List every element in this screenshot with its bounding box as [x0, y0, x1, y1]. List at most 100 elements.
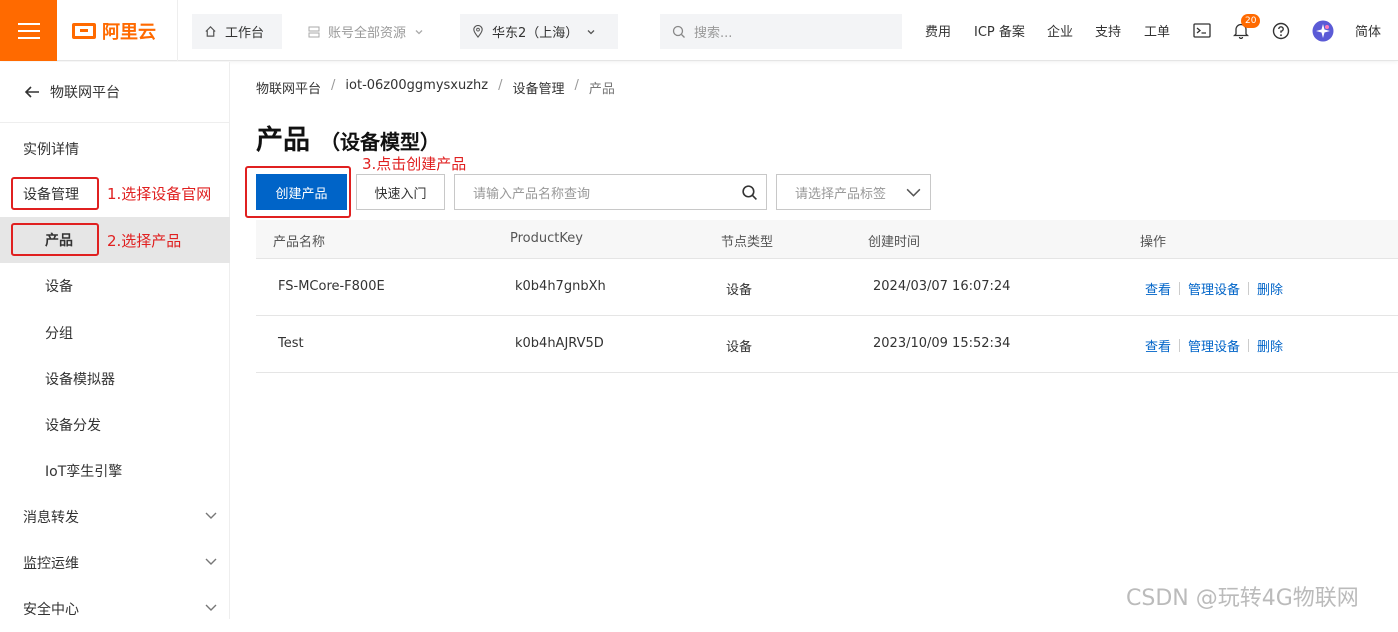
help-icon[interactable] [1272, 0, 1290, 61]
home-icon [205, 26, 216, 37]
nav-link-ticket[interactable]: 工单 [1144, 0, 1170, 61]
manage-devices-link[interactable]: 管理设备 [1188, 279, 1240, 298]
watermark: CSDN @玩转4G物联网 [1126, 586, 1359, 611]
annotation-step2: 2.选择产品 [107, 232, 182, 250]
breadcrumb-instance[interactable]: iot-06z00ggmysxuzhz [345, 78, 488, 97]
language-switch[interactable]: 简体 [1355, 0, 1381, 61]
nav-link-support[interactable]: 支持 [1095, 0, 1121, 61]
view-link[interactable]: 查看 [1145, 336, 1171, 355]
sidebar-item-device-simulator[interactable]: 设备模拟器 [0, 356, 230, 402]
sidebar-back-label: 物联网平台 [50, 85, 120, 101]
sidebar-item-instance-details[interactable]: 实例详情 [0, 126, 230, 172]
chevron-down-icon [205, 512, 217, 519]
annotation-box-device-management [11, 177, 99, 210]
action-divider [1248, 339, 1250, 352]
product-tag-select[interactable]: 请选择产品标签 [776, 174, 931, 210]
region-dropdown[interactable]: 华东2（上海） [460, 14, 618, 49]
region-label: 华东2（上海） [492, 26, 579, 41]
sidebar-item-device-distribution[interactable]: 设备分发 [0, 402, 230, 448]
table-header: 产品名称 ProductKey 节点类型 创建时间 操作 [256, 220, 1398, 259]
menu-icon[interactable] [0, 0, 57, 61]
breadcrumb-current: 产品 [588, 82, 615, 97]
arrow-left-icon [24, 86, 39, 98]
chevron-down-icon [587, 29, 595, 34]
delete-link[interactable]: 删除 [1257, 279, 1283, 298]
annotation-box-create-product [245, 166, 351, 218]
breadcrumb: 物联网平台 / iot-06z00ggmysxuzhz / 设备管理 / 产品 [256, 78, 615, 97]
brand-logo[interactable]: 阿里云 [57, 0, 178, 61]
cloud-shell-icon[interactable] [1193, 0, 1211, 61]
resources-label: 账号全部资源 [328, 26, 407, 41]
avatar[interactable] [1312, 0, 1334, 61]
sidebar-item-security-center[interactable]: 安全中心 [0, 586, 230, 632]
cell-product-name: Test [278, 336, 304, 351]
cell-node-type: 设备 [726, 340, 753, 355]
page-title: 产品 （设备模型） [256, 118, 440, 157]
global-search-input[interactable]: 搜索... [660, 14, 902, 49]
cell-productkey: k0b4hAJRV5D [515, 336, 604, 351]
quick-start-button[interactable]: 快速入门 [356, 174, 445, 210]
search-icon [672, 25, 685, 38]
sidebar-item-devices[interactable]: 设备 [0, 263, 230, 309]
sidebar-back-link[interactable]: 物联网平台 [0, 62, 230, 123]
page-title-text: 产品 [256, 125, 310, 156]
product-search-placeholder: 请输入产品名称查询 [473, 186, 591, 202]
global-search-placeholder: 搜索... [694, 26, 733, 41]
nav-link-enterprise[interactable]: 企业 [1047, 0, 1073, 61]
column-header-created: 创建时间 [868, 235, 921, 250]
cell-created: 2024/03/07 16:07:24 [873, 279, 1011, 294]
breadcrumb-device-management[interactable]: 设备管理 [513, 78, 565, 97]
annotation-step1: 1.选择设备官网 [107, 185, 212, 203]
nav-link-fees[interactable]: 费用 [925, 0, 951, 61]
main-content: 物联网平台 / iot-06z00ggmysxuzhz / 设备管理 / 产品 … [230, 62, 1398, 619]
manage-devices-link[interactable]: 管理设备 [1188, 336, 1240, 355]
annotation-step3: 3.点击创建产品 [362, 155, 467, 173]
page-subtitle: （设备模型） [320, 130, 440, 154]
bell-icon[interactable] [1233, 0, 1249, 61]
table-row: FS-MCore-F800E k0b4h7gnbXh 设备 2024/03/07… [256, 259, 1398, 316]
sidebar-item-monitoring[interactable]: 监控运维 [0, 540, 230, 586]
action-divider [1179, 282, 1181, 295]
chevron-down-icon [415, 29, 423, 34]
table-row: Test k0b4hAJRV5D 设备 2023/10/09 15:52:34 … [256, 316, 1398, 373]
top-navigation-bar: 阿里云 工作台 账号全部资源 华东2（上海） 搜索... 费用 ICP 备案 企… [0, 0, 1398, 61]
chevron-down-icon [205, 604, 217, 611]
search-icon[interactable] [741, 184, 758, 201]
cell-productkey: k0b4h7gnbXh [515, 279, 606, 294]
sidebar-item-groups[interactable]: 分组 [0, 310, 230, 356]
location-pin-icon [473, 25, 483, 38]
breadcrumb-iot-platform[interactable]: 物联网平台 [256, 78, 321, 97]
action-divider [1179, 339, 1181, 352]
sidebar-item-iot-twin-engine[interactable]: IoT孪生引擎 [0, 448, 230, 494]
action-divider [1248, 282, 1250, 295]
chevron-down-icon [205, 558, 217, 565]
server-icon [308, 26, 320, 37]
aliyun-logo-icon [72, 22, 96, 39]
row-actions: 查看 管理设备 删除 [1145, 336, 1283, 355]
cell-created: 2023/10/09 15:52:34 [873, 336, 1011, 351]
row-actions: 查看 管理设备 删除 [1145, 279, 1283, 298]
breadcrumb-separator: / [331, 78, 336, 93]
view-link[interactable]: 查看 [1145, 279, 1171, 298]
resources-dropdown[interactable]: 账号全部资源 [296, 14, 446, 49]
sidebar-item-message-forwarding[interactable]: 消息转发 [0, 494, 230, 540]
nav-link-icp[interactable]: ICP 备案 [974, 0, 1025, 61]
breadcrumb-separator: / [498, 78, 503, 93]
column-header-productkey: ProductKey [510, 231, 583, 246]
annotation-box-products [11, 223, 99, 256]
column-header-node-type: 节点类型 [721, 235, 774, 250]
workbench-button[interactable]: 工作台 [192, 14, 282, 49]
workbench-label: 工作台 [225, 26, 265, 41]
column-header-name: 产品名称 [273, 235, 326, 250]
product-tag-placeholder: 请选择产品标签 [795, 186, 887, 202]
sidebar: 物联网平台 实例详情 设备管理 产品 设备 分组 设备模拟器 设备分发 IoT孪… [0, 62, 230, 619]
column-header-actions: 操作 [1140, 235, 1167, 250]
cell-node-type: 设备 [726, 283, 753, 298]
brand-name: 阿里云 [102, 21, 156, 43]
notification-badge: 20 [1241, 14, 1261, 28]
cell-product-name: FS-MCore-F800E [278, 279, 385, 294]
delete-link[interactable]: 删除 [1257, 336, 1283, 355]
product-search-input[interactable]: 请输入产品名称查询 [454, 174, 767, 210]
breadcrumb-separator: / [574, 78, 579, 93]
chevron-down-icon [906, 188, 921, 197]
